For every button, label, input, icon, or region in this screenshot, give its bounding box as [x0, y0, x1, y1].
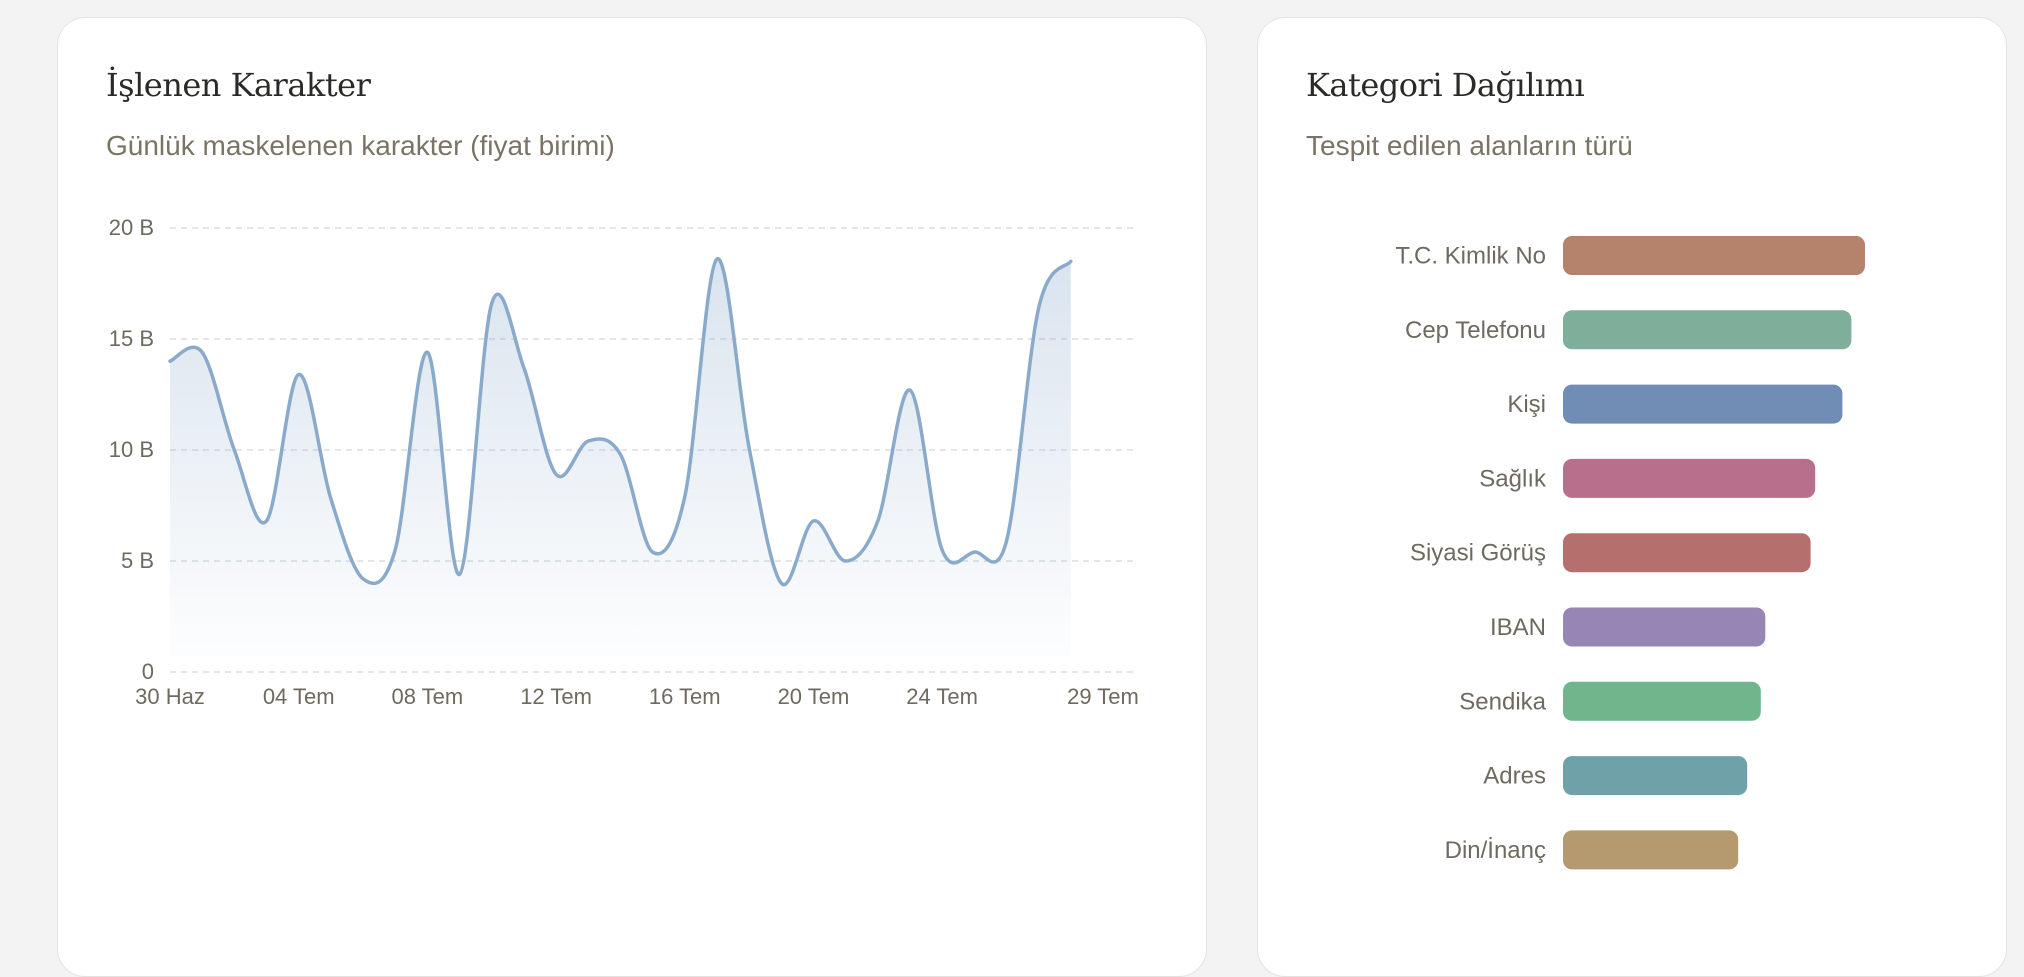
y-tick-label: 0: [142, 659, 154, 684]
bar: [1563, 607, 1766, 647]
x-tick-label: 29 Tem: [1067, 684, 1139, 709]
bar-label: Siyasi Görüş: [1410, 540, 1546, 567]
bar: [1563, 236, 1865, 275]
bar-label: Sendika: [1459, 688, 1546, 715]
x-tick-label: 08 Tem: [392, 684, 464, 709]
bar: [1563, 458, 1816, 498]
x-tick-label: 24 Tem: [906, 684, 978, 709]
y-tick-label: 10 B: [109, 437, 154, 462]
bar-label: IBAN: [1490, 614, 1546, 641]
bar-label: Adres: [1483, 763, 1546, 790]
bar: [1563, 384, 1843, 424]
bar: [1563, 533, 1811, 573]
y-tick-label: 20 B: [109, 215, 154, 240]
y-tick-label: 5 B: [121, 548, 154, 573]
x-tick-label: 04 Tem: [263, 684, 335, 709]
x-tick-label: 30 Haz: [135, 684, 205, 709]
bar-label: T.C. Kimlik No: [1395, 243, 1546, 270]
bar-label: Sağlık: [1479, 465, 1547, 492]
bar-label: Din/İnanç: [1445, 837, 1546, 864]
y-tick-label: 15 B: [109, 326, 154, 351]
bar-label: Kişi: [1507, 391, 1546, 418]
bar: [1563, 310, 1852, 350]
x-tick-label: 20 Tem: [778, 684, 850, 709]
category-card: Kategori Dağılımı Tespit edilen alanları…: [1257, 17, 2007, 977]
bar: [1563, 756, 1748, 796]
characters-line-chart: 0 5 B 10 B 15 B 20 B 30 Haz 04 Tem 08 Tem 12 Tem…: [109, 215, 1139, 709]
bar-label: Cep Telefonu: [1405, 317, 1546, 344]
bar: [1563, 830, 1739, 870]
bar: [1563, 681, 1761, 721]
x-tick-label: 12 Tem: [520, 684, 592, 709]
x-tick-label: 16 Tem: [649, 684, 721, 709]
characters-card: İşlenen Karakter Günlük maskelenen karak…: [57, 17, 1207, 977]
category-bar-chart: T.C. Kimlik No Cep Telefonu Kişi Sağlık Siya…: [1395, 236, 1865, 870]
